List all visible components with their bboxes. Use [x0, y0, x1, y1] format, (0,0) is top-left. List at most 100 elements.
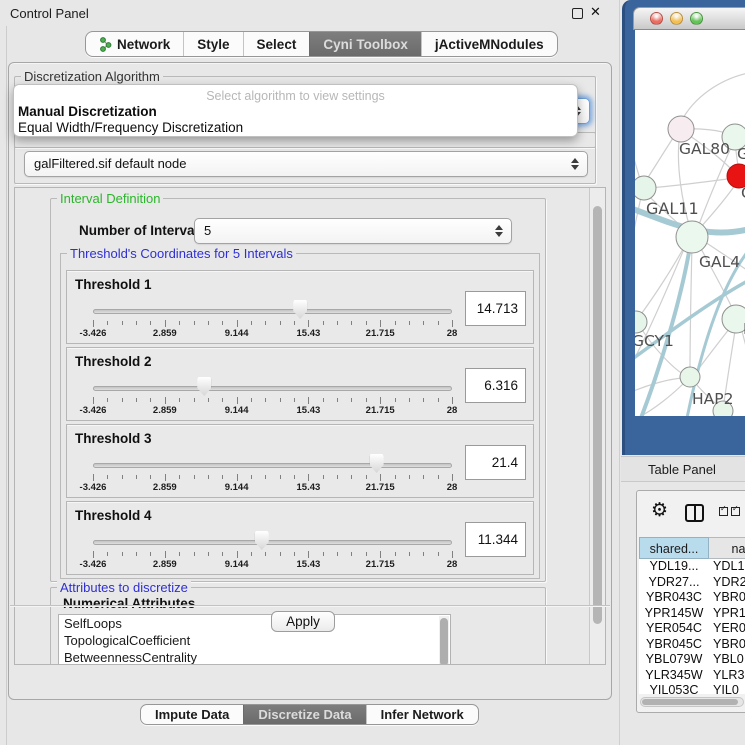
tick-label: 15.43 [297, 405, 321, 416]
tab-jactivemnodules[interactable]: jActiveMNodules [421, 32, 557, 56]
number-of-intervals-combobox[interactable]: 5 [194, 218, 512, 244]
tab-cyni-toolbox[interactable]: Cyni Toolbox [309, 32, 421, 56]
network-canvas[interactable]: GAL80GACGAL11GAL4GCY1HHAP2 [635, 30, 745, 416]
tab-discretize-data[interactable]: Discretize Data [243, 705, 365, 724]
network-node-h[interactable] [722, 305, 745, 333]
table-row[interactable]: YBL079WYBL0 [639, 652, 745, 668]
combo-stepper-icon [495, 224, 503, 238]
dropdown-prompt: Select algorithm to view settings [14, 89, 577, 103]
tab-infer-network[interactable]: Infer Network [366, 705, 478, 724]
tab-style[interactable]: Style [183, 32, 242, 56]
network-node-label: GAL11 [646, 199, 699, 218]
table-row[interactable]: YDR27...YDR2 [639, 575, 745, 591]
table-data-value: galFiltered.sif default node [34, 156, 186, 171]
table-row[interactable]: YER054CYER0 [639, 621, 745, 637]
table-cell: YER054C [639, 621, 709, 637]
tab-network[interactable]: Network [86, 32, 183, 56]
list-scrollbar[interactable] [439, 616, 449, 665]
tick-label: 2.859 [153, 405, 177, 416]
gear-icon[interactable]: ⚙ [651, 499, 668, 522]
close-traffic-light[interactable] [650, 12, 663, 25]
table-cell: YBR0 [709, 590, 745, 606]
attribute-list-item[interactable]: BetweennessCentrality [59, 649, 450, 665]
tick-label: 2.859 [153, 482, 177, 493]
float-window-icon[interactable] [572, 8, 583, 19]
minimize-traffic-light[interactable] [670, 12, 683, 25]
table-cell: YBL079W [639, 652, 709, 668]
network-node-hap2[interactable] [680, 367, 700, 387]
discretization-algorithm-label: Discretization Algorithm [21, 69, 163, 84]
table-cell: YBR0 [709, 637, 745, 653]
slider-track[interactable] [93, 309, 452, 314]
threshold-slider[interactable]: -3.4262.8599.14415.4321.71528 [93, 425, 452, 497]
numerical-attributes-list[interactable]: SelfLoopsTopologicalCoefficientBetweenne… [58, 614, 451, 665]
tick-label: 21.715 [366, 482, 395, 493]
slider-ticks [93, 473, 452, 481]
tick-label: 9.144 [225, 559, 249, 570]
bottom-tab-bar: Impute Data Discretize DataInfer Network [140, 704, 479, 725]
tick-label: 28 [447, 482, 458, 493]
table-data-combobox[interactable]: galFiltered.sif default node [24, 151, 588, 177]
attribute-list-item[interactable]: SelfLoops [59, 615, 450, 632]
network-edge [649, 178, 735, 188]
number-of-intervals-label: Number of Intervals [79, 223, 206, 238]
threshold-row-3: Threshold 3-3.4262.8599.14415.4321.71528… [66, 424, 534, 498]
tick-label: -3.426 [80, 482, 107, 493]
slider-track[interactable] [93, 463, 452, 468]
table-toolbar: ⚙ [637, 491, 745, 533]
slider-thumb[interactable] [197, 377, 211, 396]
settings-scrollbar[interactable] [589, 188, 605, 664]
threshold-row-1: Threshold 1-3.4262.8599.14415.4321.71528… [66, 270, 534, 344]
tab-select[interactable]: Select [243, 32, 310, 56]
zoom-traffic-light[interactable] [690, 12, 703, 25]
table-row[interactable]: YIL053CYIL0 [639, 683, 745, 694]
slider-thumb[interactable] [255, 531, 269, 550]
dropdown-option-manual[interactable]: Manual Discretization [18, 104, 157, 119]
tick-label: 28 [447, 405, 458, 416]
attribute-list-item[interactable]: TopologicalCoefficient [59, 632, 450, 649]
threshold-value-field[interactable]: 6.316 [465, 368, 526, 403]
network-icon [99, 37, 112, 52]
table-panel-titlebar: Table Panel [621, 456, 745, 482]
table-row[interactable]: YPR145WYPR1 [639, 606, 745, 622]
tick-label: 2.859 [153, 559, 177, 570]
cyni-toolbox-panel: Discretization Algorithm Table Data galF… [8, 62, 612, 700]
threshold-slider[interactable]: -3.4262.8599.14415.4321.71528 [93, 271, 452, 343]
table-row[interactable]: YDL19...YDL1 [639, 559, 745, 575]
network-node-gcy1[interactable] [635, 311, 647, 333]
network-edge [699, 181, 738, 229]
table-column-header[interactable]: na [709, 537, 745, 559]
slider-track[interactable] [93, 540, 452, 545]
close-icon[interactable]: ✕ [590, 4, 601, 20]
tab-label: Impute Data [155, 707, 229, 722]
network-edge [690, 243, 692, 370]
slider-thumb[interactable] [370, 454, 384, 473]
table-cell: YDR27... [639, 575, 709, 591]
table-column-header[interactable]: shared... [639, 537, 709, 559]
table-cell: YBL0 [709, 652, 745, 668]
apply-button[interactable]: Apply [271, 611, 335, 632]
table-horizontal-scrollbar[interactable] [640, 697, 744, 707]
table-row[interactable]: YLR345WYLR3 [639, 668, 745, 684]
select-columns-icon[interactable] [719, 507, 740, 516]
threshold-slider[interactable]: -3.4262.8599.14415.4321.71528 [93, 348, 452, 420]
split-column-icon[interactable] [685, 504, 704, 522]
network-node-label: GAL80 [679, 140, 730, 158]
threshold-value-field[interactable]: 11.344 [465, 522, 526, 557]
tab-impute-data[interactable]: Impute Data [141, 705, 243, 724]
table-row[interactable]: YBR043CYBR0 [639, 590, 745, 606]
network-node-gal4[interactable] [676, 221, 708, 253]
dropdown-option-equal-width[interactable]: Equal Width/Frequency Discretization [18, 120, 243, 135]
threshold-value-field[interactable]: 14.713 [465, 291, 526, 326]
slider-track[interactable] [93, 386, 452, 391]
threshold-slider[interactable]: -3.4262.8599.14415.4321.71528 [93, 502, 452, 574]
tick-label: 21.715 [366, 405, 395, 416]
table-row[interactable]: YBR045CYBR0 [639, 637, 745, 653]
network-node-gal11[interactable] [635, 176, 656, 200]
thresholds-group: Threshold's Coordinates for 5 Intervals … [60, 253, 540, 579]
slider-thumb[interactable] [293, 300, 307, 319]
network-node-gal80[interactable] [668, 116, 694, 142]
network-edge [681, 72, 745, 122]
threshold-value-field[interactable]: 21.4 [465, 445, 526, 480]
table-cell: YPR1 [709, 606, 745, 622]
